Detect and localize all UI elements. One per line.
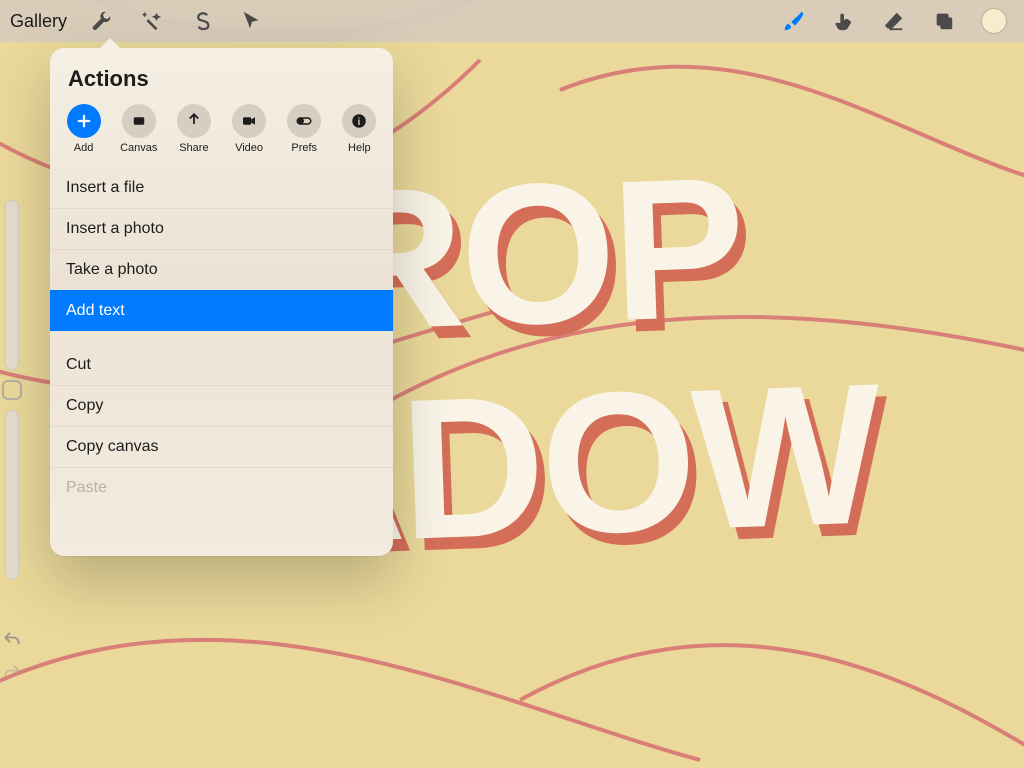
layers-icon (933, 10, 955, 32)
tab-label: Canvas (120, 142, 157, 154)
brush-button[interactable] (770, 0, 818, 42)
undo-icon (2, 630, 22, 650)
menu-paste: Paste (50, 467, 393, 508)
share-icon (185, 112, 203, 130)
smudge-button[interactable] (820, 0, 868, 42)
plus-icon (75, 112, 93, 130)
modify-button[interactable] (2, 380, 22, 400)
menu-copy[interactable]: Copy (50, 385, 393, 426)
help-icon: i (350, 112, 368, 130)
actions-tab-help[interactable]: i Help (334, 104, 384, 154)
layers-button[interactable] (920, 0, 968, 42)
actions-tab-canvas[interactable]: Canvas (114, 104, 164, 154)
undo-button[interactable] (2, 630, 22, 655)
actions-button[interactable] (77, 0, 125, 42)
sidebar-sliders (0, 200, 24, 580)
tab-label: Video (235, 142, 263, 154)
menu-cut[interactable]: Cut (50, 345, 393, 385)
redo-icon (2, 663, 22, 683)
tab-label: Share (179, 142, 208, 154)
video-icon (240, 112, 258, 130)
tab-label: Help (348, 142, 371, 154)
gallery-button[interactable]: Gallery (6, 11, 75, 32)
actions-tab-prefs[interactable]: Prefs (279, 104, 329, 154)
smudge-icon (833, 10, 855, 32)
menu-add-text[interactable]: Add text (50, 290, 393, 331)
cursor-icon (240, 10, 262, 32)
color-button[interactable] (970, 0, 1018, 42)
menu-insert-file[interactable]: Insert a file (50, 168, 393, 208)
menu-take-photo[interactable]: Take a photo (50, 249, 393, 290)
tab-label: Prefs (291, 142, 317, 154)
actions-tab-row: Add Canvas Share Video Prefs i Help (50, 104, 393, 164)
svg-text:i: i (358, 117, 361, 128)
actions-tab-add[interactable]: Add (59, 104, 109, 154)
menu-insert-photo[interactable]: Insert a photo (50, 208, 393, 249)
top-toolbar: Gallery (0, 0, 1024, 42)
selection-button[interactable] (177, 0, 225, 42)
actions-title: Actions (50, 48, 393, 104)
menu-copy-canvas[interactable]: Copy canvas (50, 426, 393, 467)
wrench-icon (90, 10, 112, 32)
brush-icon (783, 10, 805, 32)
transform-button[interactable] (227, 0, 275, 42)
selection-s-icon (190, 10, 212, 32)
actions-tab-share[interactable]: Share (169, 104, 219, 154)
eraser-icon (883, 10, 905, 32)
prefs-icon (295, 112, 313, 130)
undo-redo-group (0, 630, 24, 688)
brush-opacity-slider[interactable] (5, 410, 19, 580)
canvas-icon (130, 112, 148, 130)
adjustments-button[interactable] (127, 0, 175, 42)
redo-button[interactable] (2, 663, 22, 688)
actions-menu: Insert a file Insert a photo Take a phot… (50, 164, 393, 526)
actions-popover: Actions Add Canvas Share Video Prefs i H… (50, 48, 393, 556)
brush-size-slider[interactable] (5, 200, 19, 370)
actions-tab-video[interactable]: Video (224, 104, 274, 154)
wand-icon (140, 10, 162, 32)
eraser-button[interactable] (870, 0, 918, 42)
tab-label: Add (74, 142, 94, 154)
color-swatch (981, 8, 1007, 34)
